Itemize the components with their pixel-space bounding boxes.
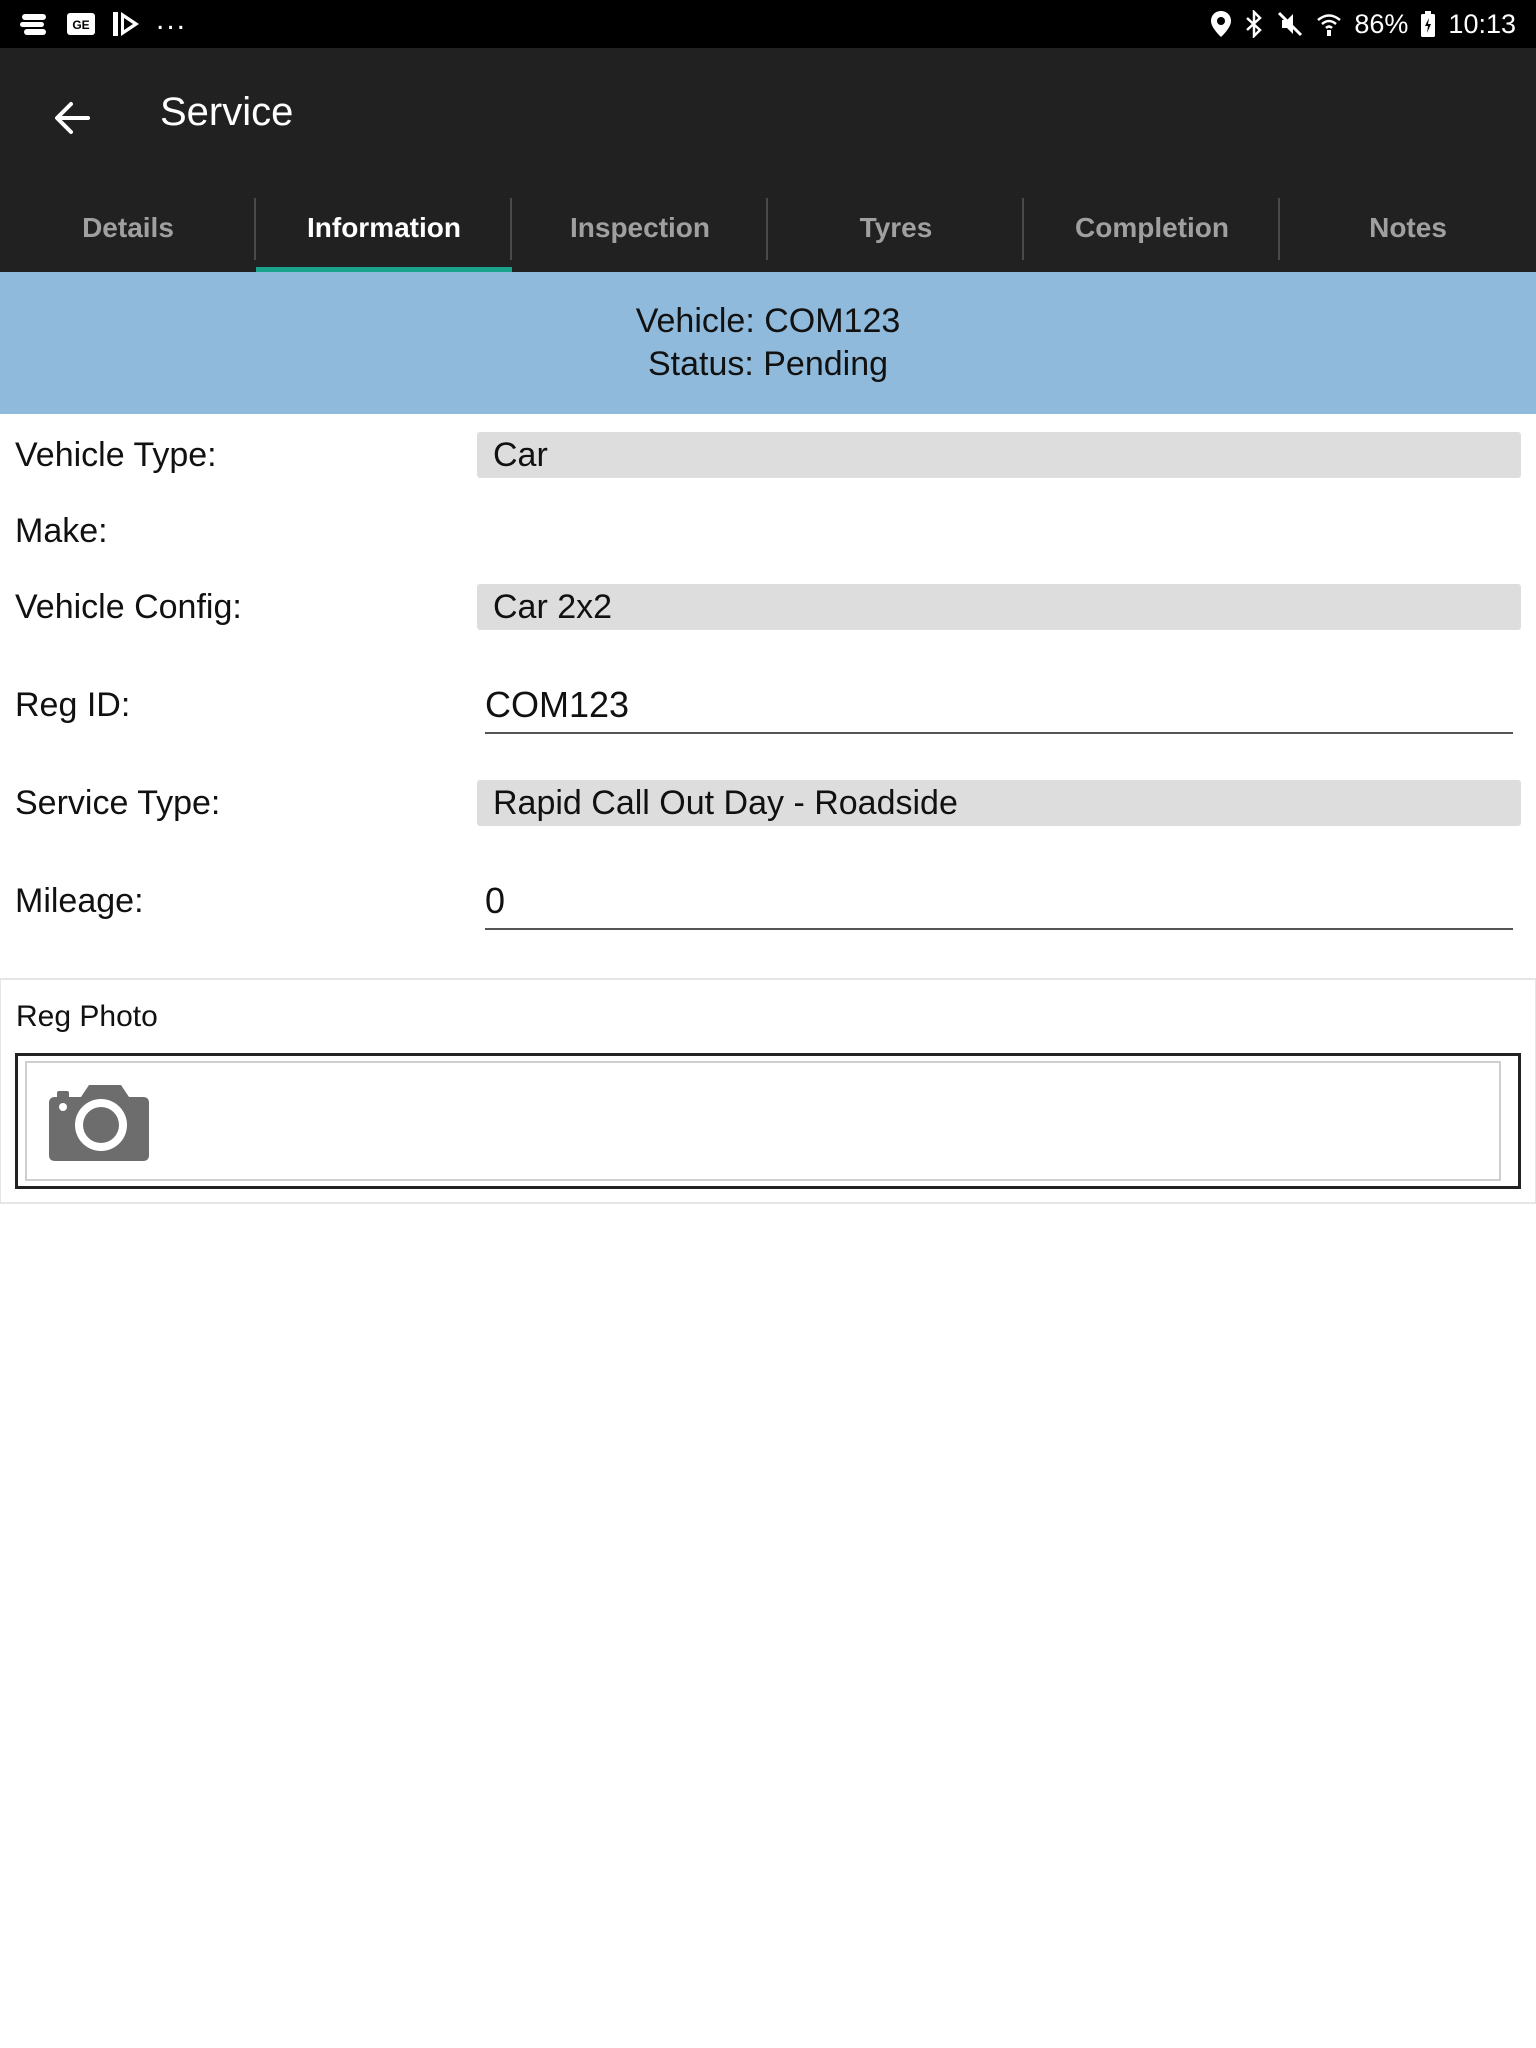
tab-label: Tyres: [859, 212, 933, 243]
reg-photo-capture[interactable]: [15, 1053, 1521, 1189]
reg-id-label: Reg ID:: [15, 686, 131, 724]
tab-information[interactable]: Information: [256, 184, 512, 272]
tab-inspection[interactable]: Inspection: [512, 184, 768, 272]
play-notification-icon: [112, 10, 140, 38]
clock: 10:13: [1448, 8, 1516, 39]
reg-id-input[interactable]: [485, 678, 1513, 734]
reg-photo-frame: [25, 1061, 1501, 1181]
wifi-icon: [1316, 11, 1342, 37]
tab-tyres[interactable]: Tyres: [768, 184, 1024, 272]
page-title: Service: [160, 90, 294, 134]
reg-photo-section: Reg Photo: [0, 978, 1536, 1204]
mute-icon: [1276, 10, 1304, 38]
mileage-input[interactable]: [485, 874, 1513, 930]
ge-notification-icon: GE: [66, 12, 96, 36]
bluetooth-icon: [1244, 10, 1264, 38]
status-bar-left: GE ...: [20, 3, 187, 38]
battery-icon: [1420, 10, 1436, 38]
toolbar: Service: [0, 48, 1536, 184]
tab-completion[interactable]: Completion: [1024, 184, 1280, 272]
tab-notes[interactable]: Notes: [1280, 184, 1536, 272]
status-bar: GE ... 86% 10:13: [0, 0, 1536, 48]
back-button[interactable]: [40, 88, 104, 152]
app-bar: Service Details Information Inspection T…: [0, 48, 1536, 272]
mileage-label: Mileage:: [15, 882, 144, 920]
vehicle-status-banner: Vehicle: COM123 Status: Pending: [0, 272, 1536, 414]
service-type-select[interactable]: Rapid Call Out Day - Roadside: [477, 780, 1521, 826]
svg-text:GE: GE: [72, 18, 89, 32]
arrow-left-icon: [54, 101, 90, 140]
status-bar-right: 86% 10:13: [1210, 9, 1516, 40]
tab-label: Completion: [1075, 212, 1229, 243]
vehicle-text: Vehicle: COM123: [635, 302, 901, 340]
tab-details[interactable]: Details: [0, 184, 256, 272]
vehicle-type-label: Vehicle Type:: [15, 436, 217, 474]
vehicle-config-select[interactable]: Car 2x2: [477, 584, 1521, 630]
app-notification-icon: [20, 11, 50, 37]
service-type-label: Service Type:: [15, 784, 221, 822]
tab-label: Inspection: [569, 212, 710, 243]
reg-photo-title: Reg Photo: [16, 1000, 158, 1033]
vehicle-config-label: Vehicle Config:: [15, 588, 242, 626]
more-notifications: ...: [156, 3, 188, 36]
make-label: Make:: [15, 512, 108, 550]
vehicle-type-select[interactable]: Car: [477, 432, 1521, 478]
tab-label: Notes: [1369, 212, 1447, 243]
tab-label: Details: [82, 212, 174, 243]
tab-bar: Details Information Inspection Tyres Com…: [0, 184, 1536, 272]
location-icon: [1210, 10, 1232, 38]
battery-percentage: 86%: [1354, 8, 1409, 39]
status-text: Status: Pending: [647, 345, 889, 383]
camera-icon[interactable]: [49, 1079, 149, 1168]
tab-label: Information: [307, 212, 461, 243]
